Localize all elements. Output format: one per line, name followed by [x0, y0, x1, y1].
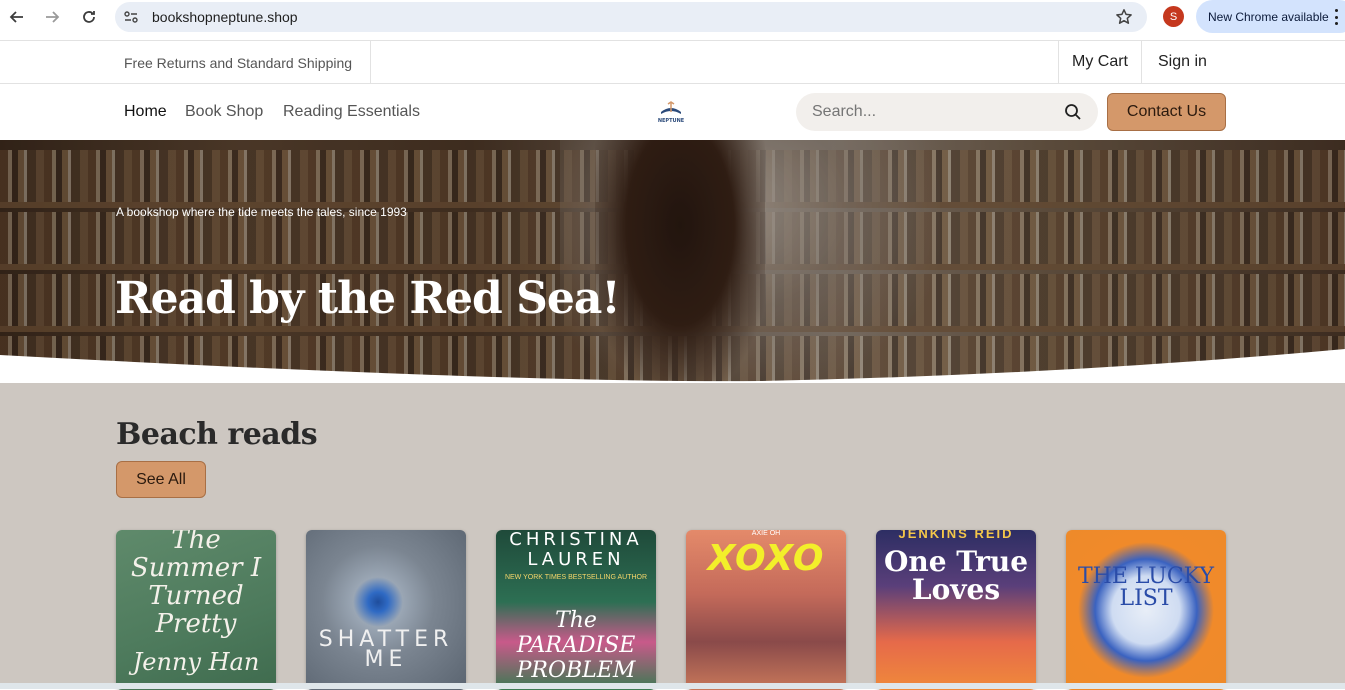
- chrome-update-button[interactable]: New Chrome available: [1196, 0, 1345, 33]
- os-taskbar: [0, 683, 1345, 689]
- book-cover[interactable]: SHATTER ME: [306, 530, 466, 690]
- see-all-button[interactable]: See All: [116, 461, 206, 498]
- hero-wave: [0, 349, 1345, 383]
- search-input[interactable]: [812, 103, 1042, 121]
- my-cart-link[interactable]: My Cart: [1072, 53, 1128, 71]
- book-tagline: NEW YORK TIMES BESTSELLING AUTHOR: [504, 574, 648, 581]
- search-icon[interactable]: [1064, 103, 1082, 121]
- utility-bar: Free Returns and Standard Shipping My Ca…: [0, 40, 1345, 84]
- nav-home[interactable]: Home: [124, 103, 167, 121]
- hero-banner: A bookshop where the tide meets the tale…: [0, 140, 1345, 383]
- shipping-notice: Free Returns and Standard Shipping: [124, 55, 353, 71]
- sign-in-link[interactable]: Sign in: [1158, 53, 1207, 71]
- beach-reads-section: Beach reads See All The Summer I Turned …: [0, 383, 1345, 690]
- svg-text:NEPTUNE: NEPTUNE: [658, 118, 685, 124]
- book-author: AXIE OH: [751, 530, 781, 537]
- book-title: One True Loves: [883, 545, 1029, 606]
- forward-arrow-icon[interactable]: [40, 5, 64, 29]
- book-title: SHATTER ME: [318, 627, 454, 672]
- contact-us-button[interactable]: Contact Us: [1107, 93, 1226, 131]
- book-title: The Summer I Turned Pretty: [130, 530, 262, 639]
- book-cover[interactable]: AXIE OH XOXO: [686, 530, 846, 690]
- nav-book-shop[interactable]: Book Shop: [185, 103, 263, 121]
- book-author: CHRISTINA LAUREN: [509, 530, 643, 570]
- divider: [1141, 41, 1142, 83]
- bookmark-star-icon[interactable]: [1115, 8, 1133, 26]
- url-text[interactable]: bookshopneptune.shop: [152, 9, 298, 25]
- reload-icon[interactable]: [77, 5, 101, 29]
- book-cover[interactable]: THE LUCKY LIST: [1066, 530, 1226, 690]
- book-author: Jenny Han: [132, 648, 260, 676]
- book-cover[interactable]: The Summer I Turned Pretty Jenny Han: [116, 530, 276, 690]
- neptune-logo[interactable]: NEPTUNE: [655, 100, 687, 124]
- divider: [1058, 41, 1059, 83]
- hero-tagline: A bookshop where the tide meets the tale…: [116, 205, 407, 219]
- address-bar[interactable]: bookshopneptune.shop: [115, 2, 1147, 32]
- book-title: XOXO: [707, 538, 825, 579]
- divider: [370, 41, 371, 83]
- book-title: The PARADISE PROBLEM: [516, 608, 636, 683]
- profile-avatar[interactable]: S: [1163, 6, 1184, 27]
- book-cover[interactable]: CHRISTINA LAUREN NEW YORK TIMES BESTSELL…: [496, 530, 656, 690]
- book-author: JENKINS REID: [898, 530, 1014, 541]
- site-header: Home Book Shop Reading Essentials NEPTUN…: [0, 84, 1345, 140]
- nav-reading-essentials[interactable]: Reading Essentials: [283, 103, 420, 121]
- browser-toolbar: bookshopneptune.shop S New Chrome availa…: [0, 0, 1345, 34]
- book-cover[interactable]: JENKINS REID One True Loves: [876, 530, 1036, 690]
- more-menu-icon[interactable]: [1331, 9, 1341, 25]
- site-info-icon[interactable]: [123, 9, 139, 25]
- search-box[interactable]: [796, 93, 1098, 131]
- section-title: Beach reads: [116, 417, 318, 452]
- book-title: THE LUCKY LIST: [1077, 564, 1215, 611]
- back-arrow-icon[interactable]: [5, 5, 29, 29]
